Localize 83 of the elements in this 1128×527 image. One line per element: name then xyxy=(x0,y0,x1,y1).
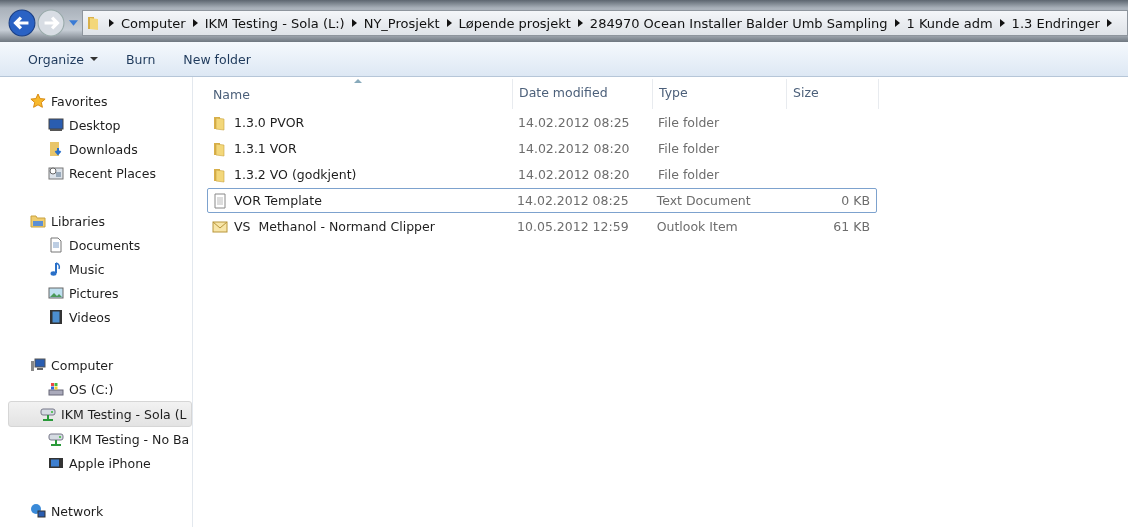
history-dropdown-icon[interactable] xyxy=(69,20,78,26)
chevron-icon[interactable] xyxy=(1106,19,1112,27)
network-icon xyxy=(30,503,46,519)
chevron-icon[interactable] xyxy=(351,19,357,27)
sidebar-item[interactable]: Videos xyxy=(8,305,192,329)
file-row[interactable]: 1.3.0 PVOR 14.02.2012 08:25 File folder xyxy=(207,110,877,135)
file-row[interactable]: 1.3.2 VO (godkjent) 14.02.2012 08:20 File folder xyxy=(207,162,877,187)
caret-icon xyxy=(90,57,98,61)
sidebar-item[interactable]: Recent Places xyxy=(8,161,192,185)
sidebar-item[interactable]: Desktop xyxy=(8,113,192,137)
sidebar-item[interactable]: Downloads xyxy=(8,137,192,161)
chevron-icon[interactable] xyxy=(192,19,198,27)
file-name: VOR Template xyxy=(234,193,322,208)
star-icon xyxy=(30,93,46,109)
sidebar-item[interactable]: OS (C:) xyxy=(8,377,192,401)
column-header[interactable]: Name xyxy=(209,79,513,109)
type-cell-text: Text Document xyxy=(655,193,752,208)
column-header[interactable]: Type xyxy=(653,79,787,109)
chevron-icon[interactable] xyxy=(577,19,583,27)
folder-icon xyxy=(212,166,228,183)
column-header[interactable]: Date modified xyxy=(513,79,653,109)
file-row[interactable]: VS Methanol - Normand Clipper 10.05.2012 12:59 Outlook Item 61 KB xyxy=(207,214,877,239)
type-cell-text: File folder xyxy=(657,167,721,182)
date-cell-text: 14.02.2012 08:25 xyxy=(517,115,631,130)
column-header[interactable]: Size xyxy=(787,79,879,109)
breadcrumb-item[interactable]: 1 Kunde adm xyxy=(906,15,993,31)
date-cell-text: 14.02.2012 08:20 xyxy=(517,141,631,156)
monitor-icon xyxy=(48,117,64,133)
chevron-icon[interactable] xyxy=(446,19,452,27)
breadcrumb-item[interactable]: Computer xyxy=(121,15,186,31)
file-name: 1.3.2 VO (godkjent) xyxy=(234,167,357,182)
sidebar-item[interactable]: Apple iPhone xyxy=(8,451,192,475)
type-cell-text: Outlook Item xyxy=(655,219,739,234)
file-name: 1.3.1 VOR xyxy=(234,141,297,156)
sidebar-group-header[interactable]: Libraries xyxy=(0,209,192,233)
sidebar-item[interactable]: IKM Testing - No Ba xyxy=(8,427,192,451)
back-button[interactable] xyxy=(8,9,36,37)
file-name: 1.3.0 PVOR xyxy=(234,115,305,130)
computer-icon xyxy=(30,357,46,373)
film-icon xyxy=(48,309,64,325)
sidebar-item[interactable]: IKM Testing - Sola (L xyxy=(8,401,192,427)
date-cell-text: 14.02.2012 08:25 xyxy=(516,193,630,208)
type-cell-text: File folder xyxy=(657,115,721,130)
address-field[interactable]: Computer IKM Testing - Sola (L:) NY_Prosjekt Løpende prosjekt 284970 Ocean Installer Balder Umb Sampling 1 Kunde adm 1.3 Endringer xyxy=(82,10,1128,36)
sidebar-item[interactable]: Documents xyxy=(8,233,192,257)
toolbar-button[interactable]: Burn xyxy=(116,47,166,71)
type-cell-text: File folder xyxy=(657,141,721,156)
date-cell-text: 10.05.2012 12:59 xyxy=(516,219,630,234)
breadcrumb-item[interactable]: 1.3 Endringer xyxy=(1011,15,1100,31)
folder-icon xyxy=(212,114,228,131)
text-file-icon xyxy=(212,192,228,209)
network-drive-icon xyxy=(40,406,56,422)
breadcrumb-item[interactable]: Løpende prosjekt xyxy=(458,15,571,31)
sidebar-item[interactable]: Music xyxy=(8,257,192,281)
sort-arrow-icon xyxy=(354,79,362,83)
file-row[interactable]: VOR Template 14.02.2012 08:25 Text Document 0 KB xyxy=(207,188,877,213)
chevron-icon[interactable] xyxy=(894,19,900,27)
file-row[interactable]: 1.3.1 VOR 14.02.2012 08:20 File folder xyxy=(207,136,877,161)
chevron-icon[interactable] xyxy=(109,19,114,27)
sidebar-group-header[interactable]: Favorites xyxy=(0,89,192,113)
breadcrumb-item[interactable]: IKM Testing - Sola (L:) xyxy=(204,15,345,31)
size-cell-text: 61 KB xyxy=(832,219,871,234)
network-drive-icon xyxy=(48,431,64,447)
breadcrumb-item[interactable]: NY_Prosjekt xyxy=(363,15,440,31)
sidebar-group-header[interactable]: Computer xyxy=(0,353,192,377)
folder-icon xyxy=(212,140,228,157)
sidebar-item[interactable]: Pictures xyxy=(8,281,192,305)
library-folder-icon xyxy=(30,213,46,229)
breadcrumb-item[interactable]: 284970 Ocean Installer Balder Umb Sampling xyxy=(589,15,888,31)
picture-icon xyxy=(48,285,64,301)
organize-button[interactable]: Organize xyxy=(18,47,108,71)
document-icon xyxy=(48,237,64,253)
envelope-icon xyxy=(212,218,228,235)
recent-places-icon xyxy=(48,165,64,181)
file-name: VS Methanol - Normand Clipper xyxy=(234,219,435,234)
phone-icon xyxy=(48,455,64,471)
size-cell-text: 0 KB xyxy=(840,193,871,208)
toolbar-button[interactable]: New folder xyxy=(173,47,261,71)
date-cell-text: 14.02.2012 08:20 xyxy=(517,167,631,182)
chevron-icon[interactable] xyxy=(999,19,1005,27)
folder-download-icon xyxy=(48,141,64,157)
drive-icon xyxy=(48,381,64,397)
sidebar-group-header[interactable]: Network xyxy=(0,499,192,523)
